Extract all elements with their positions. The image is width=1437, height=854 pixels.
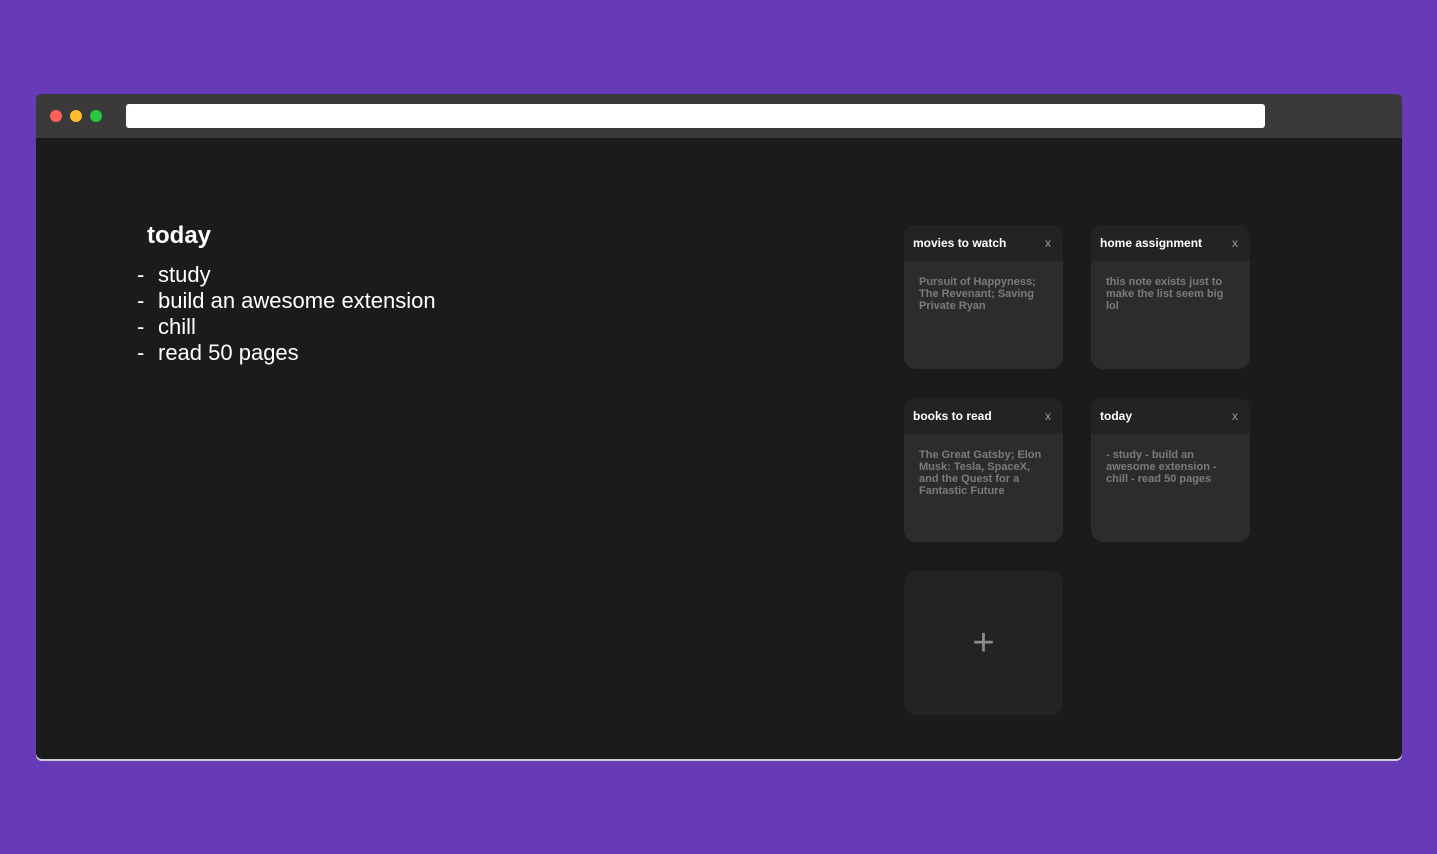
note-preview: The Great Gatsby; Elon Musk: Tesla, Spac…: [919, 449, 1042, 497]
note-card-books-to-read[interactable]: books to read x The Great Gatsby; Elon M…: [904, 398, 1063, 542]
editor-line-dash: -: [137, 288, 145, 313]
add-note-button[interactable]: +: [904, 571, 1063, 715]
note-header: today x: [1091, 398, 1250, 434]
editor-line: - chill: [137, 314, 436, 340]
note-title: today: [1100, 409, 1133, 423]
note-header: home assignment x: [1091, 225, 1250, 261]
window-titlebar: [36, 94, 1402, 138]
editor-line-text: study: [158, 262, 211, 287]
plus-icon: +: [972, 622, 995, 664]
notes-app: today - study - build an awesome extensi…: [36, 138, 1402, 759]
note-preview: - study - build an awesome extension - c…: [1106, 449, 1217, 485]
window-maximize-button[interactable]: [90, 110, 102, 122]
note-preview: Pursuit of Happyness; The Revenant; Savi…: [919, 276, 1036, 312]
note-delete-button[interactable]: x: [1045, 409, 1051, 423]
note-delete-button[interactable]: x: [1232, 236, 1238, 250]
browser-window: today - study - build an awesome extensi…: [36, 94, 1402, 759]
note-title: movies to watch: [913, 236, 1007, 250]
address-bar[interactable]: [126, 104, 1265, 128]
editor-line: - study: [137, 262, 436, 288]
note-header: movies to watch x: [904, 225, 1063, 261]
editor-line-dash: -: [137, 262, 145, 287]
note-header: books to read x: [904, 398, 1063, 434]
note-card-home-assignment[interactable]: home assignment x this note exists just …: [1091, 225, 1250, 369]
note-card-today[interactable]: today x - study - build an awesome exten…: [1091, 398, 1250, 542]
note-delete-button[interactable]: x: [1232, 409, 1238, 423]
note-preview: this note exists just to make the list s…: [1106, 276, 1224, 312]
editor-body[interactable]: - study - build an awesome extension - c…: [137, 262, 436, 366]
editor-line-dash: -: [137, 314, 145, 339]
editor-line-text: read 50 pages: [158, 340, 299, 365]
note-title: home assignment: [1100, 236, 1203, 250]
note-editor[interactable]: today - study - build an awesome extensi…: [137, 222, 436, 366]
window-minimize-button[interactable]: [70, 110, 82, 122]
window-close-button[interactable]: [50, 110, 62, 122]
editor-line-dash: -: [137, 340, 145, 365]
note-card-movies-to-watch[interactable]: movies to watch x Pursuit of Happyness; …: [904, 225, 1063, 369]
editor-line-text: chill: [158, 314, 196, 339]
editor-line: - build an awesome extension: [137, 288, 436, 314]
editor-line: - read 50 pages: [137, 340, 436, 366]
note-title: books to read: [913, 409, 992, 423]
editor-title[interactable]: today: [147, 222, 436, 250]
editor-line-text: build an awesome extension: [158, 288, 436, 313]
note-delete-button[interactable]: x: [1045, 236, 1051, 250]
